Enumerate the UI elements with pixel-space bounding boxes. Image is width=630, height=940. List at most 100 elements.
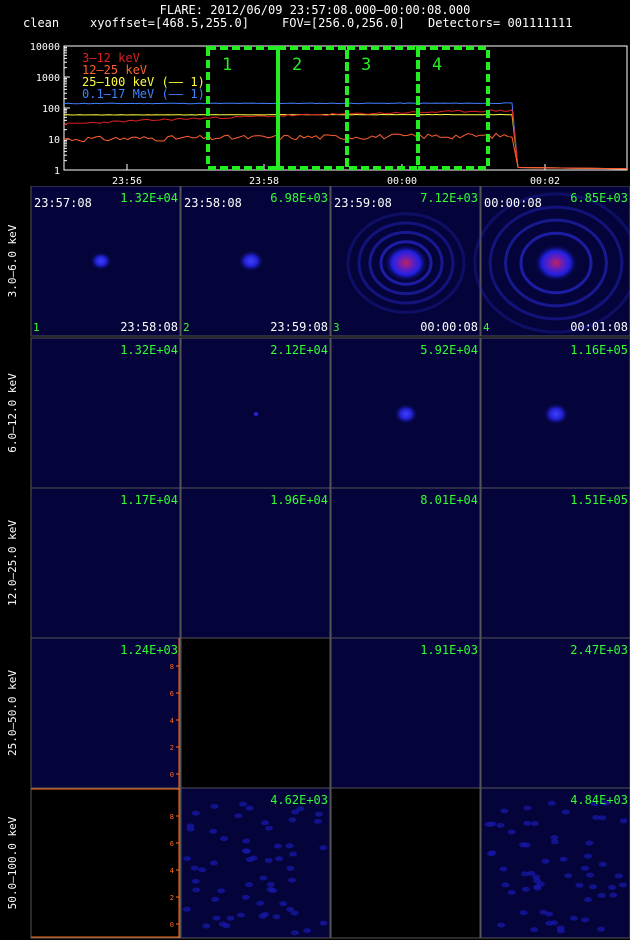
noise-speckle — [614, 873, 623, 879]
noise-speckle — [186, 826, 195, 832]
image-panel-3-1 — [180, 637, 331, 789]
max-value-label: 4.84E+03 — [570, 793, 628, 807]
detectors-label: Detectors= 001111111 — [428, 16, 573, 30]
noise-speckle — [266, 887, 275, 893]
interval-index-label: 1 — [33, 321, 40, 334]
noise-speckle — [319, 845, 328, 851]
noise-speckle — [191, 878, 200, 884]
noise-speckle — [242, 848, 251, 854]
noise-speckle — [291, 809, 300, 815]
image-panel-3-2: 1.91E+03 — [330, 637, 481, 789]
noise-speckle — [564, 873, 573, 879]
time-start-label: 23:58:08 — [184, 196, 242, 210]
panel-bg — [330, 487, 481, 639]
noise-speckle — [556, 928, 565, 934]
noise-speckle — [303, 928, 312, 934]
energy-band-label: 50.0–100.0 keV — [6, 816, 19, 909]
noise-speckle — [545, 911, 554, 917]
x-tick-label: 00:00 — [387, 176, 417, 186]
y-tick-label: 1 — [54, 166, 60, 177]
noise-speckle — [583, 853, 592, 859]
image-panel-4-0: 8 6 4 2 0 — [30, 787, 181, 939]
time-interval-1 — [206, 46, 280, 170]
panel-bg — [180, 487, 331, 639]
max-value-label: 5.92E+04 — [420, 343, 478, 357]
source-blob — [542, 402, 570, 426]
image-panel-0-3: 6.85E+03 00:00:08 00:01:08 4 — [473, 186, 630, 337]
noise-speckle — [202, 923, 211, 929]
max-value-label: 1.32E+04 — [120, 343, 178, 357]
noise-speckle — [272, 914, 281, 920]
noise-speckle — [245, 857, 254, 863]
fov-label: FOV=[256.0,256.0] — [282, 16, 405, 30]
interval-label: 1 — [222, 55, 232, 75]
time-interval-2 — [276, 46, 349, 170]
noise-speckle — [598, 815, 607, 821]
max-value-label: 8.01E+04 — [420, 493, 478, 507]
image-panel-1-1: 2.12E+04 — [180, 337, 331, 489]
time-start-label: 23:59:08 — [334, 196, 392, 210]
image-panel-2-2: 8.01E+04 — [330, 487, 481, 639]
time-interval-4 — [416, 46, 490, 170]
noise-speckle — [245, 882, 254, 888]
interval-label: 4 — [432, 55, 442, 75]
image-panel-4-1: 4.62E+03 — [180, 787, 331, 939]
noise-speckle — [575, 882, 584, 888]
source-blob — [384, 244, 428, 282]
noise-speckle — [313, 818, 322, 824]
max-value-label: 2.47E+03 — [570, 643, 628, 657]
noise-speckle — [261, 820, 270, 826]
panel-bg — [480, 637, 630, 789]
noise-speckle — [236, 912, 245, 918]
noise-speckle — [500, 808, 509, 814]
noise-speckle — [264, 825, 273, 831]
noise-speckle — [218, 921, 227, 927]
noise-speckle — [210, 803, 219, 809]
noise-speckle — [285, 843, 294, 849]
noise-speckle — [183, 856, 192, 862]
noise-speckle — [541, 858, 550, 864]
panel-bg — [180, 787, 331, 939]
noise-speckle — [192, 887, 201, 893]
noise-speckle — [569, 915, 578, 921]
noise-speckle — [519, 910, 528, 916]
noise-speckle — [523, 820, 532, 826]
noise-speckle — [191, 810, 200, 816]
axis-tick-label: 0 — [170, 921, 174, 929]
noise-speckle — [619, 818, 628, 824]
noise-speckle — [288, 877, 297, 883]
noise-speckle — [286, 865, 295, 871]
panel-bg — [30, 487, 181, 639]
noise-speckle — [547, 800, 556, 806]
y-tick-label: 10 — [48, 135, 60, 146]
time-end-label: 23:59:08 — [270, 320, 328, 334]
noise-speckle — [588, 884, 597, 890]
max-value-label: 1.96E+04 — [270, 493, 328, 507]
max-value-label: 1.24E+03 — [120, 643, 178, 657]
noise-speckle — [609, 892, 618, 898]
max-value-label: 6.98E+03 — [270, 191, 328, 205]
max-value-label: 1.51E+05 — [570, 493, 628, 507]
image-panel-4-2 — [330, 787, 481, 939]
image-panel-0-1: 6.98E+03 23:58:08 23:59:08 2 — [180, 186, 331, 337]
energy-band-label: 6.0–12.0 keV — [6, 373, 19, 453]
image-grid: 3.0–6.0 keV 6.0–12.0 keV 12.0–25.0 keV 25.0… — [6, 186, 630, 939]
noise-speckle — [608, 884, 617, 890]
axis-tick-label: 4 — [170, 867, 174, 875]
image-panel-3-0: 8 6 4 2 0 1.24E+03 — [30, 637, 181, 789]
image-panel-3-3: 2.47E+03 — [480, 637, 630, 789]
panel-bg — [180, 637, 331, 789]
noise-speckle — [598, 861, 607, 867]
x-tick-label: 23:56 — [112, 176, 142, 186]
noise-speckle — [550, 835, 559, 841]
time-interval-3 — [345, 46, 420, 170]
noise-speckle — [286, 906, 295, 912]
noise-speckle — [533, 884, 542, 890]
noise-speckle — [190, 865, 199, 871]
time-end-label: 23:58:08 — [120, 320, 178, 334]
noise-speckle — [532, 874, 541, 880]
time-start-label: 00:00:08 — [484, 196, 542, 210]
source-blob — [237, 249, 265, 273]
noise-speckle — [266, 881, 275, 887]
time-end-label: 00:01:08 — [570, 320, 628, 334]
